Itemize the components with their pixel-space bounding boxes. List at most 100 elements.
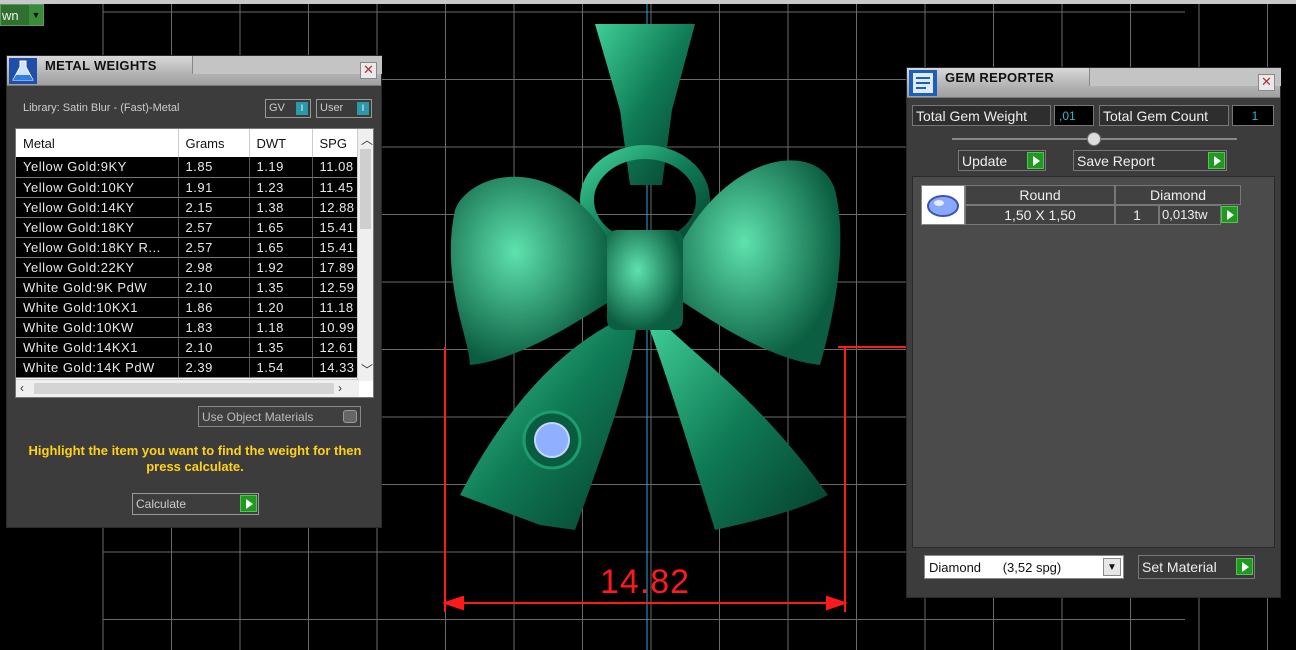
table-cell: 1.65 — [249, 237, 313, 258]
set-material-button[interactable]: Set Material — [1138, 555, 1255, 579]
top-toolbar-strip — [0, 0, 1296, 4]
chevron-down-icon[interactable]: ▼ — [29, 5, 43, 25]
play-arrow-icon — [1236, 558, 1253, 575]
table-row[interactable]: White Gold:10KX1 1.86 1.20 11.18 — [16, 297, 360, 318]
use-object-materials-label: Use Object Materials — [202, 410, 314, 424]
library-label: Library: Satin Blur - (Fast)-Metal — [23, 102, 180, 114]
update-label: Update — [962, 153, 1008, 169]
gem-list-row[interactable]: Round Diamond 1,50 X 1,50 1 0,013tw — [921, 184, 1241, 226]
instruction-text: Highlight the item you want to find the … — [28, 443, 362, 474]
splitter-knob-icon[interactable] — [1087, 132, 1101, 146]
dimension-value: 14.82 — [600, 563, 691, 601]
horizontal-scrollbar[interactable]: ‹ › — [16, 379, 359, 397]
flask-icon — [9, 58, 37, 84]
calculate-button[interactable]: Calculate — [132, 493, 259, 515]
play-arrow-icon[interactable] — [1221, 206, 1238, 223]
calculate-label: Calculate — [136, 497, 187, 511]
close-icon[interactable]: ✕ — [1258, 74, 1275, 91]
total-gem-weight-label: Total Gem Weight — [912, 105, 1051, 126]
table-cell: 1.35 — [249, 277, 313, 298]
total-gem-count-label: Total Gem Count — [1099, 105, 1229, 126]
gv-toggle-indicator-icon: I — [296, 102, 308, 115]
table-cell: Yellow Gold:10KY — [16, 177, 179, 198]
table-header-row: Metal Grams DWT SPG — [16, 129, 360, 157]
table-row[interactable]: Yellow Gold:14KY 2.15 1.38 12.88 — [16, 197, 360, 218]
gem-material-cell: Diamond — [1115, 185, 1241, 205]
table-cell: Yellow Gold:22KY — [16, 257, 179, 278]
play-arrow-icon — [240, 495, 257, 512]
table-row[interactable]: Yellow Gold:22KY 2.98 1.92 17.89 — [16, 257, 360, 278]
gem-weight-cell: 0,013tw — [1159, 205, 1221, 225]
scrollbar-thumb[interactable] — [360, 149, 371, 229]
table-cell: 14.33 — [312, 357, 360, 378]
update-button[interactable]: Update — [958, 150, 1046, 171]
gem-count-cell: 1 — [1115, 205, 1159, 225]
table-row[interactable]: Yellow Gold:18KY R... 2.57 1.65 15.41 — [16, 237, 360, 258]
use-object-materials-toggle[interactable]: Use Object Materials — [198, 406, 361, 427]
gem-shape-cell: Round — [965, 185, 1115, 205]
material-select-value: Diamond (3,52 spg) — [929, 560, 1062, 575]
metal-weights-panel: METAL WEIGHTS ✕ Library: Satin Blur - (F… — [6, 55, 382, 528]
user-toggle[interactable]: User I — [316, 99, 372, 118]
close-icon[interactable]: ✕ — [360, 62, 377, 79]
metal-weights-titlebar[interactable]: METAL WEIGHTS ✕ — [7, 56, 382, 86]
table-cell: 11.08 — [312, 157, 360, 178]
metal-weights-title: METAL WEIGHTS — [45, 58, 157, 73]
table-cell: 11.18 — [312, 297, 360, 318]
table-row[interactable]: Yellow Gold:9KY 1.85 1.19 11.08 — [16, 157, 360, 178]
scroll-up-icon[interactable]: ︿ — [361, 131, 373, 148]
set-material-label: Set Material — [1142, 559, 1217, 575]
table-cell: 17.89 — [312, 257, 360, 278]
gv-toggle[interactable]: GV I — [265, 99, 311, 118]
table-cell: 2.10 — [178, 277, 250, 298]
table-row[interactable]: White Gold:10KW 1.83 1.18 10.99 — [16, 317, 360, 338]
table-cell: 12.59 — [312, 277, 360, 298]
table-cell: White Gold:9K PdW — [16, 277, 179, 298]
scrollbar-thumb[interactable] — [34, 383, 334, 394]
material-select[interactable]: Diamond (3,52 spg) ▼ — [924, 555, 1124, 579]
table-cell: 2.10 — [178, 337, 250, 358]
toggle-circle-icon — [343, 410, 357, 423]
table-row[interactable]: White Gold:9K PdW 2.10 1.35 12.59 — [16, 277, 360, 298]
column-header-grams[interactable]: Grams — [178, 129, 250, 157]
table-cell: 12.88 — [312, 197, 360, 218]
table-cell: 1.83 — [178, 317, 250, 338]
table-row[interactable]: White Gold:14KX1 2.10 1.35 12.61 — [16, 337, 360, 358]
gem-reporter-panel: GEM REPORTER ✕ Total Gem Weight ,01 Tota… — [906, 67, 1281, 598]
table-row[interactable]: Yellow Gold:18KY 2.57 1.65 15.41 — [16, 217, 360, 238]
table-cell: 2.15 — [178, 197, 250, 218]
round-gem-thumbnail-icon — [921, 185, 965, 225]
metal-weights-table: Metal Grams DWT SPG Yellow Gold:9KY 1.85 1… — [15, 128, 374, 398]
scroll-right-icon[interactable]: › — [338, 381, 342, 395]
gem-reporter-titlebar[interactable]: GEM REPORTER ✕ — [907, 68, 1281, 98]
table-cell: 2.98 — [178, 257, 250, 278]
column-header-spg[interactable]: SPG — [312, 129, 360, 157]
vertical-scrollbar[interactable]: ︿ ﹀ — [357, 129, 373, 381]
column-header-metal[interactable]: Metal — [16, 129, 179, 157]
table-cell: 2.57 — [178, 237, 250, 258]
table-cell: Yellow Gold:9KY — [16, 157, 179, 178]
scroll-left-icon[interactable]: ‹ — [20, 381, 24, 395]
save-report-label: Save Report — [1077, 153, 1155, 169]
table-cell: 15.41 — [312, 237, 360, 258]
gem-list-area: Round Diamond 1,50 X 1,50 1 0,013tw — [912, 176, 1275, 548]
user-toggle-indicator-icon: I — [357, 102, 369, 115]
save-report-button[interactable]: Save Report — [1073, 150, 1227, 171]
table-cell: 12.61 — [312, 337, 360, 358]
view-combo[interactable]: wn ▼ — [0, 4, 44, 26]
table-cell: 1.19 — [249, 157, 313, 178]
table-cell: 1.38 — [249, 197, 313, 218]
table-cell: 11.45 — [312, 177, 360, 198]
table-cell: Yellow Gold:18KY R... — [16, 237, 179, 258]
table-cell: 1.54 — [249, 357, 313, 378]
table-row[interactable]: Yellow Gold:10KY 1.91 1.23 11.45 — [16, 177, 360, 198]
table-cell: Yellow Gold:14KY — [16, 197, 179, 218]
gem-report-icon — [909, 70, 937, 96]
chevron-down-icon[interactable]: ▼ — [1103, 558, 1121, 576]
table-row[interactable]: White Gold:14K PdW 2.39 1.54 14.33 — [16, 357, 360, 378]
table-cell: 1.92 — [249, 257, 313, 278]
table-cell: 1.65 — [249, 217, 313, 238]
scroll-down-icon[interactable]: ﹀ — [361, 361, 373, 378]
table-cell: 10.99 — [312, 317, 360, 338]
column-header-dwt[interactable]: DWT — [249, 129, 313, 157]
